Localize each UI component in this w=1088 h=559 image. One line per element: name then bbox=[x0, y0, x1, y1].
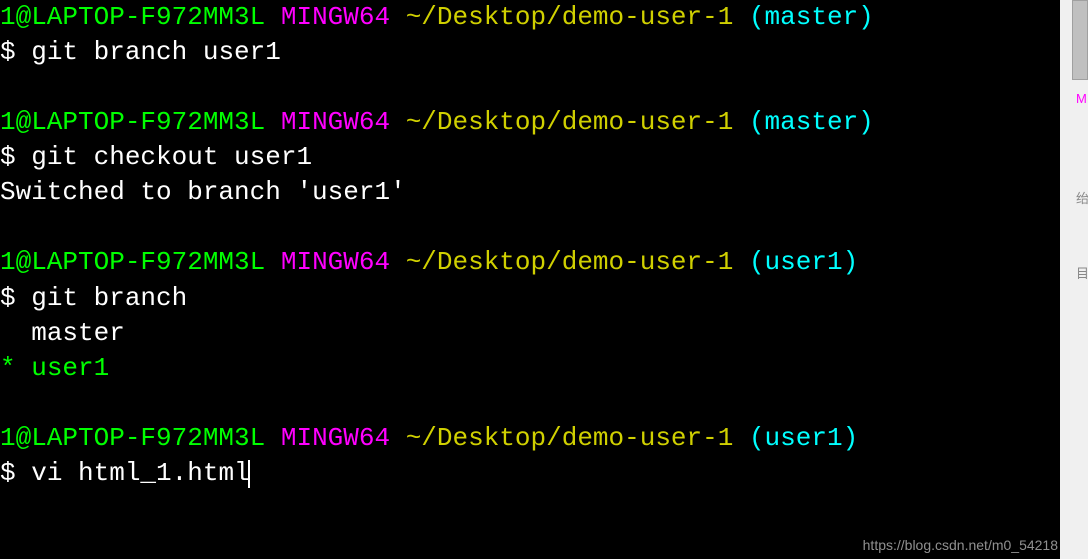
git-branch: (user1) bbox=[749, 423, 858, 453]
watermark-text: https://blog.csdn.net/m0_54218 bbox=[863, 536, 1058, 555]
branch-list-item-current: * user1 bbox=[0, 351, 1060, 386]
prompt-symbol: $ bbox=[0, 37, 16, 67]
user-host: 1@LAPTOP-F972MM3L bbox=[0, 247, 265, 277]
branch-name: master bbox=[0, 318, 125, 348]
shell-env: MINGW64 bbox=[281, 2, 390, 32]
cwd-path: ~/Desktop/demo-user-1 bbox=[406, 107, 734, 137]
current-branch-marker: * bbox=[0, 353, 16, 383]
terminal-window[interactable]: 1@LAPTOP-F972MM3L MINGW64 ~/Desktop/demo… bbox=[0, 0, 1060, 559]
prompt-symbol: $ bbox=[0, 458, 16, 488]
scrollbar-thumb[interactable] bbox=[1072, 0, 1088, 80]
command-text: git branch bbox=[31, 283, 187, 313]
prompt-line: 1@LAPTOP-F972MM3L MINGW64 ~/Desktop/demo… bbox=[0, 0, 1060, 35]
blank-line bbox=[0, 210, 1060, 245]
cwd-path: ~/Desktop/demo-user-1 bbox=[406, 247, 734, 277]
side-char: M bbox=[1076, 90, 1088, 108]
blank-line bbox=[0, 386, 1060, 421]
output-text: Switched to branch 'user1' bbox=[0, 177, 406, 207]
command-line: $ git branch bbox=[0, 281, 1060, 316]
command-text: vi html_1.html bbox=[31, 458, 249, 488]
prompt-symbol: $ bbox=[0, 142, 16, 172]
branch-list-item: master bbox=[0, 316, 1060, 351]
scroll-area: 绐 M 目 bbox=[1060, 0, 1088, 559]
prompt-line: 1@LAPTOP-F972MM3L MINGW64 ~/Desktop/demo… bbox=[0, 245, 1060, 280]
user-host: 1@LAPTOP-F972MM3L bbox=[0, 107, 265, 137]
blank-line bbox=[0, 70, 1060, 105]
command-text: git checkout user1 bbox=[31, 142, 312, 172]
output-line: Switched to branch 'user1' bbox=[0, 175, 1060, 210]
git-branch: (master) bbox=[749, 2, 874, 32]
side-char: 绐 bbox=[1076, 190, 1088, 208]
command-line[interactable]: $ vi html_1.html bbox=[0, 456, 1060, 491]
side-char: 目 bbox=[1076, 265, 1088, 283]
user-host: 1@LAPTOP-F972MM3L bbox=[0, 423, 265, 453]
command-line: $ git checkout user1 bbox=[0, 140, 1060, 175]
shell-env: MINGW64 bbox=[281, 107, 390, 137]
shell-env: MINGW64 bbox=[281, 423, 390, 453]
git-branch: (master) bbox=[749, 107, 874, 137]
shell-env: MINGW64 bbox=[281, 247, 390, 277]
cwd-path: ~/Desktop/demo-user-1 bbox=[406, 2, 734, 32]
command-line: $ git branch user1 bbox=[0, 35, 1060, 70]
prompt-line: 1@LAPTOP-F972MM3L MINGW64 ~/Desktop/demo… bbox=[0, 105, 1060, 140]
prompt-line: 1@LAPTOP-F972MM3L MINGW64 ~/Desktop/demo… bbox=[0, 421, 1060, 456]
git-branch: (user1) bbox=[749, 247, 858, 277]
cwd-path: ~/Desktop/demo-user-1 bbox=[406, 423, 734, 453]
user-host: 1@LAPTOP-F972MM3L bbox=[0, 2, 265, 32]
prompt-symbol: $ bbox=[0, 283, 16, 313]
command-text: git branch user1 bbox=[31, 37, 281, 67]
text-cursor bbox=[248, 460, 250, 488]
current-branch-name: user1 bbox=[31, 353, 109, 383]
